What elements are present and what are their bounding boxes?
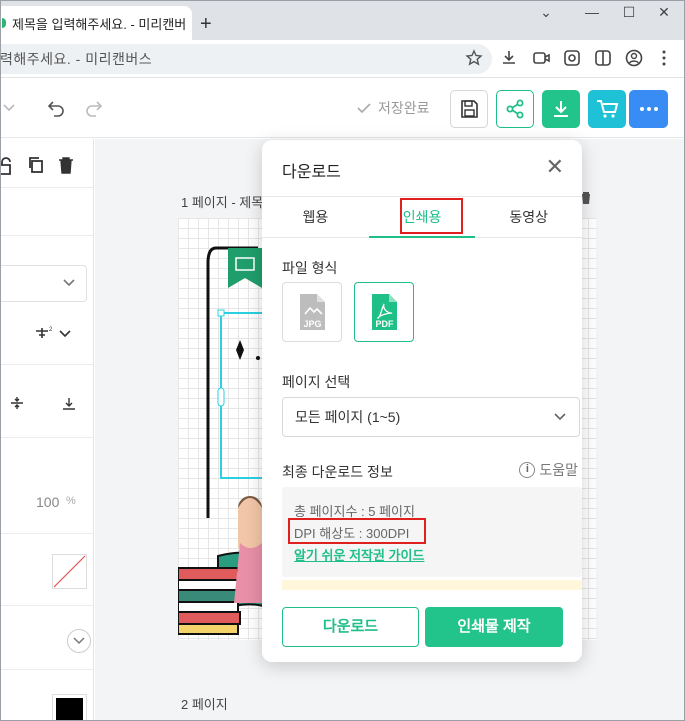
tab-web[interactable]: 웹용: [262, 197, 369, 237]
format-pdf-option[interactable]: PDF: [354, 282, 414, 342]
download-toolbar-button[interactable]: [542, 90, 580, 128]
download-modal: 다운로드 ✕ 웹용 인쇄용 동영상 파일 형식 JPG PDF 페이지 선택 모…: [262, 140, 582, 662]
page1-label: 1 페이지 - 제목: [181, 195, 264, 210]
favicon-icon: [2, 18, 6, 28]
trash-icon[interactable]: [58, 156, 74, 174]
chevron-down-icon[interactable]: [2, 100, 16, 116]
page-select-value: 모든 페이지 (1~5): [295, 409, 401, 425]
help-label: 도움말: [539, 462, 578, 478]
properties-panel: 2 100 %: [0, 139, 94, 721]
minimize-button[interactable]: —: [580, 4, 604, 24]
browser-tab-strip: 제목을 입력해주세요. - 미리캔버 + ⌄ — ☐ ✕: [0, 0, 685, 40]
download-button[interactable]: 다운로드: [282, 607, 419, 647]
save-button[interactable]: [450, 90, 488, 128]
profile-icon[interactable]: [624, 48, 644, 68]
lock-icon[interactable]: [0, 157, 12, 175]
chevron-down-icon: [554, 413, 566, 421]
pdf-format-label: PDF: [376, 319, 395, 329]
info-icon: i: [519, 462, 536, 478]
redo-icon[interactable]: [84, 98, 104, 118]
close-icon[interactable]: ✕: [546, 156, 564, 178]
screenshot-icon[interactable]: [562, 48, 582, 68]
align-bottom-icon[interactable]: [61, 395, 77, 411]
maximize-button[interactable]: ☐: [617, 4, 641, 24]
text-color-swatch[interactable]: [52, 694, 87, 721]
sidebar-icon[interactable]: [593, 48, 613, 68]
no-color-icon: [53, 555, 86, 588]
page-select-label: 페이지 선택: [282, 374, 351, 390]
save-status-text: 저장완료: [378, 100, 430, 116]
cart-icon: [597, 100, 619, 118]
address-bar-row: 력해주세요. - 미리캔버스: [0, 40, 685, 78]
new-tab-button[interactable]: +: [200, 12, 212, 36]
modal-footer: 다운로드 인쇄물 제작: [262, 590, 582, 662]
address-bar[interactable]: 력해주세요. - 미리캔버스: [0, 44, 492, 74]
check-icon: [357, 103, 371, 114]
help-link[interactable]: i 도움말: [519, 460, 578, 480]
browser-tab-title: 제목을 입력해주세요. - 미리캔버: [12, 16, 187, 32]
collapse-button[interactable]: [67, 629, 91, 653]
file-format-label: 파일 형식: [282, 260, 338, 276]
fill-color-swatch[interactable]: [52, 554, 87, 589]
svg-text:2: 2: [49, 327, 53, 333]
cart-button[interactable]: [588, 90, 626, 128]
save-status: 저장완료: [356, 98, 430, 118]
floppy-icon: [461, 100, 478, 118]
opacity-value[interactable]: 100: [36, 494, 59, 510]
address-text: 력해주세요. - 미리캔버스: [0, 51, 153, 67]
browser-menu-icon[interactable]: [654, 48, 674, 68]
copyright-guide-link[interactable]: 알기 쉬운 저작권 가이드: [294, 545, 424, 564]
download-arrow-icon: [554, 101, 568, 117]
chevron-down-icon: [73, 637, 85, 645]
opacity-unit: %: [66, 495, 76, 507]
pdf-file-icon: PDF: [372, 294, 397, 330]
undo-icon[interactable]: [46, 98, 66, 118]
cast-icon[interactable]: [531, 48, 551, 68]
copy-icon[interactable]: [27, 156, 45, 174]
share-icon: [506, 99, 524, 119]
black-swatch: [56, 698, 83, 721]
tab-video[interactable]: 동영상: [475, 197, 582, 237]
chevron-down-icon[interactable]: [58, 329, 72, 339]
page-select-dropdown[interactable]: 모든 페이지 (1~5): [282, 397, 580, 437]
align-middle-icon[interactable]: [9, 395, 25, 411]
modal-title: 다운로드: [282, 164, 341, 181]
jpg-format-label: JPG: [303, 319, 321, 329]
chevron-down-icon: [63, 279, 75, 287]
close-window-button[interactable]: ✕: [652, 4, 676, 24]
more-button[interactable]: [629, 90, 668, 128]
browser-tab[interactable]: 제목을 입력해주세요. - 미리캔버: [0, 6, 192, 40]
notice-strip: [282, 580, 582, 590]
download-icon[interactable]: [499, 48, 519, 68]
line-spacing-icon[interactable]: 2: [34, 325, 54, 341]
jpg-file-icon: JPG: [300, 294, 325, 330]
format-jpg-option[interactable]: JPG: [282, 282, 342, 342]
bookmark-star-icon[interactable]: [464, 48, 484, 68]
page2-label: 2 페이지: [181, 697, 228, 712]
tab-search-icon[interactable]: ⌄: [534, 4, 558, 24]
print-tab-highlight: [400, 198, 463, 234]
more-dots-icon: [639, 107, 658, 111]
print-order-button[interactable]: 인쇄물 제작: [425, 607, 563, 647]
dpi-highlight: [288, 518, 426, 544]
font-select[interactable]: [0, 265, 87, 302]
share-button[interactable]: [496, 90, 534, 128]
final-info-label: 최종 다운로드 정보: [282, 464, 393, 480]
